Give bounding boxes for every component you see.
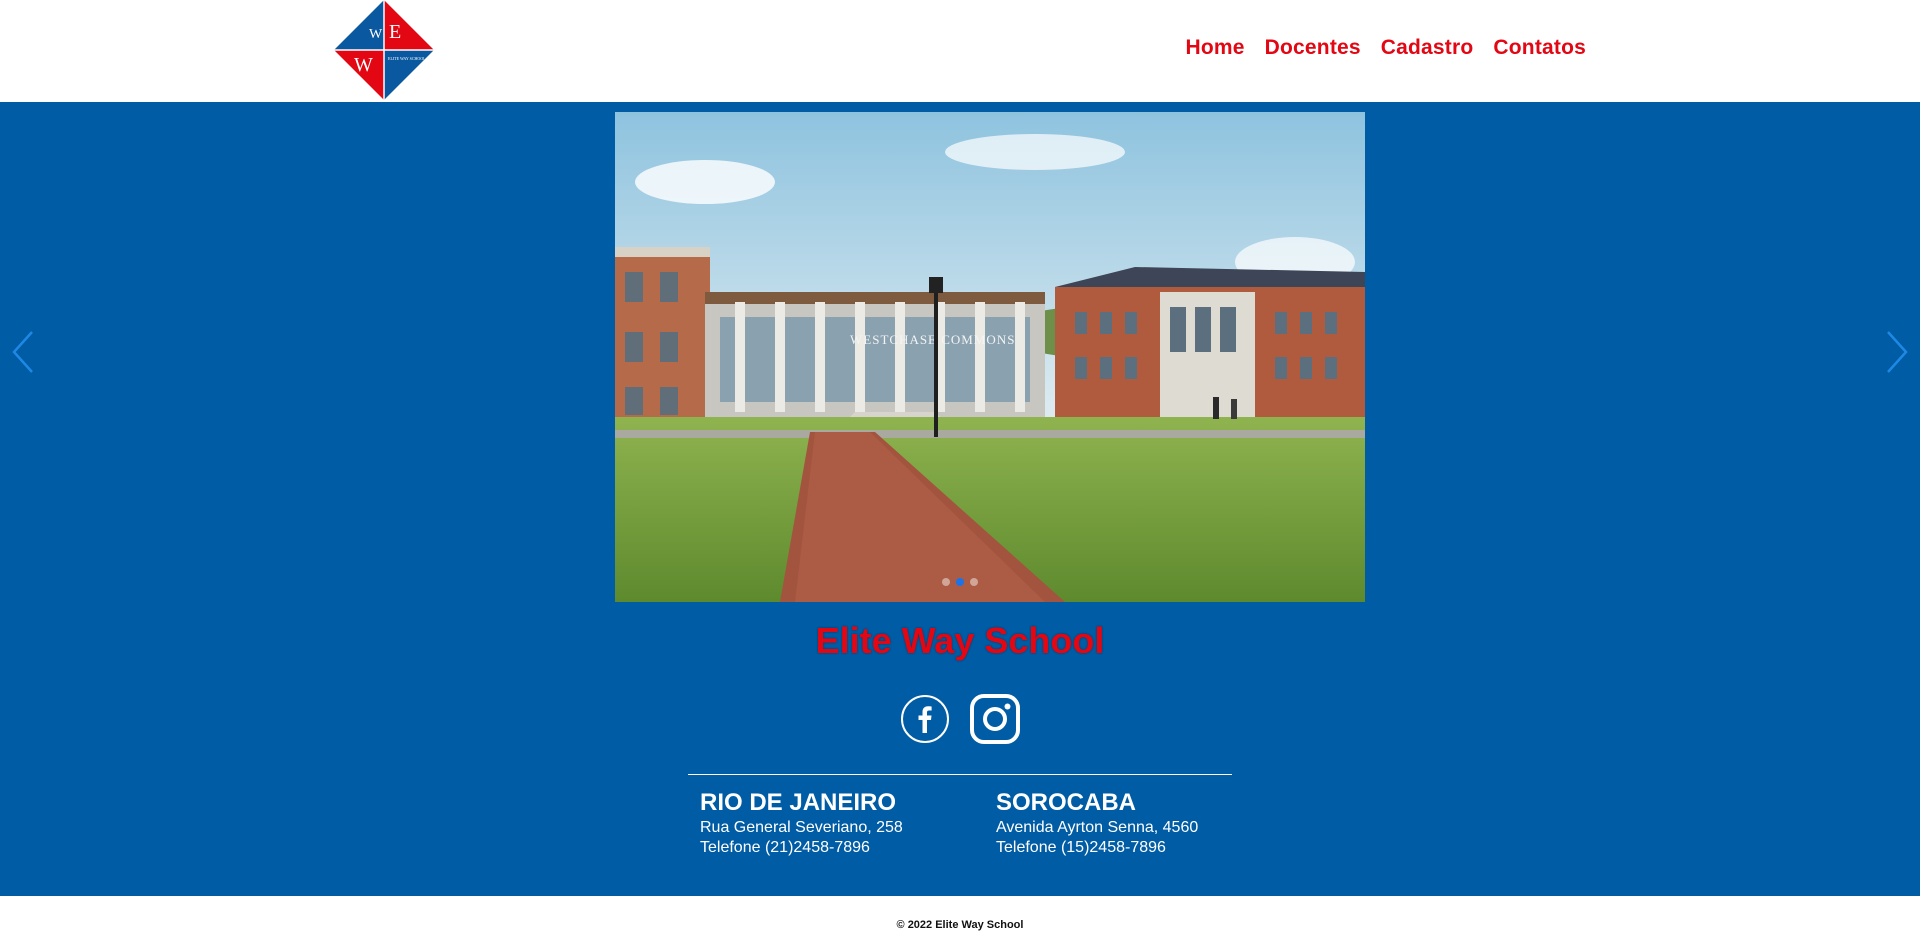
carousel-indicator-1[interactable] bbox=[942, 578, 950, 586]
nav-contatos[interactable]: Contatos bbox=[1493, 36, 1586, 60]
logo-tagline: ELITE WAY SCHOOL bbox=[388, 56, 426, 61]
location-rio-de-janeiro: RIO DE JANEIRO Rua General Severiano, 25… bbox=[700, 788, 903, 858]
carousel-prev-button[interactable] bbox=[8, 328, 38, 376]
chevron-left-icon bbox=[12, 331, 33, 373]
chevron-right-icon bbox=[1887, 331, 1908, 373]
campus-building-photo: WESTCHASE COMMONS bbox=[615, 112, 1365, 602]
nav-home[interactable]: Home bbox=[1185, 36, 1244, 60]
location-city: RIO DE JANEIRO bbox=[700, 789, 897, 816]
nav-docentes[interactable]: Docentes bbox=[1265, 36, 1361, 60]
site-header: W E W ELITE WAY SCHOOL Home Docentes Cad… bbox=[0, 0, 1920, 102]
carousel-indicator-3[interactable] bbox=[970, 578, 978, 586]
copyright-text: © 2022 Elite Way School bbox=[896, 919, 1024, 931]
elite-way-school-logo: W E W ELITE WAY SCHOOL bbox=[334, 0, 434, 100]
instagram-link[interactable] bbox=[970, 694, 1020, 744]
instagram-icon bbox=[970, 694, 1020, 744]
carousel-indicators bbox=[0, 578, 1920, 586]
footer-divider bbox=[688, 774, 1232, 775]
carousel-slide-image: WESTCHASE COMMONS bbox=[615, 112, 1365, 602]
main-nav: Home Docentes Cadastro Contatos bbox=[1185, 36, 1586, 60]
logo-letter-e: E bbox=[389, 21, 401, 43]
hero-carousel: WESTCHASE COMMONS bbox=[0, 102, 1920, 602]
building-sign: WESTCHASE COMMONS bbox=[850, 332, 1015, 347]
logo-letter-w-top: W bbox=[369, 27, 383, 42]
location-address: Rua General Severiano, 258 bbox=[700, 819, 903, 836]
carousel-next-button[interactable] bbox=[1882, 328, 1912, 376]
location-phone: Telefone (15)2458-7896 bbox=[996, 839, 1166, 856]
nav-cadastro[interactable]: Cadastro bbox=[1381, 36, 1474, 60]
social-links bbox=[0, 694, 1920, 744]
school-name-title: Elite Way School bbox=[815, 620, 1105, 661]
location-sorocaba: SOROCABA Avenida Ayrton Senna, 4560 Tele… bbox=[996, 788, 1198, 858]
location-city: SOROCABA bbox=[996, 789, 1137, 816]
logo-letter-w-bottom: W bbox=[354, 54, 373, 76]
facebook-icon bbox=[901, 695, 949, 743]
facebook-link[interactable] bbox=[900, 694, 950, 744]
carousel-indicator-2[interactable] bbox=[956, 578, 964, 586]
location-phone: Telefone (21)2458-7896 bbox=[700, 839, 870, 856]
location-address: Avenida Ayrton Senna, 4560 bbox=[996, 819, 1199, 836]
